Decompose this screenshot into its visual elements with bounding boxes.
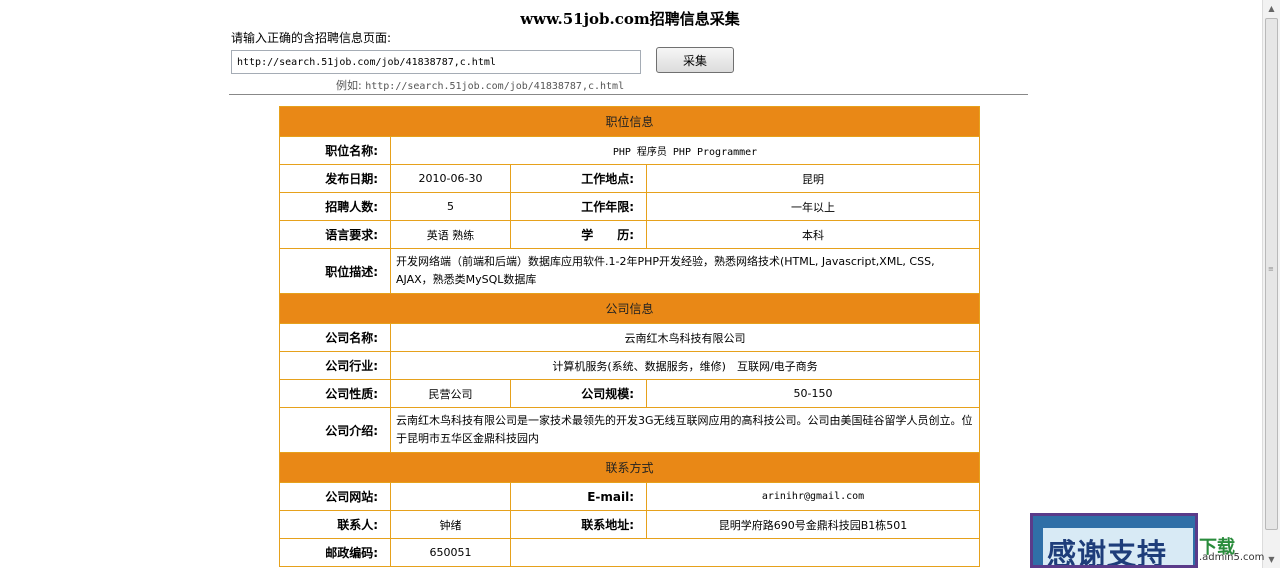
- education-value: 本科: [645, 220, 981, 249]
- table-row: 公司网站: E-mail: arinihr@gmail.com: [279, 482, 981, 511]
- education-label: 学 历:: [510, 220, 647, 249]
- years-value: 一年以上: [645, 192, 981, 221]
- date-label: 发布日期:: [279, 164, 391, 193]
- example-url: http://search.51job.com/job/41838787,c.h…: [365, 81, 625, 92]
- brand-sub-text: .admin5.com: [1199, 552, 1265, 563]
- count-label: 招聘人数:: [279, 192, 391, 221]
- desc-value: 开发网络端（前端和后端）数据库应用软件.1-2年PHP开发经验，熟悉网络技术(H…: [389, 248, 981, 294]
- vertical-scrollbar[interactable]: ▲ ≡ ▼: [1262, 0, 1280, 568]
- example-label: 例如:: [336, 79, 362, 92]
- table-row: 招聘人数: 5 工作年限: 一年以上: [279, 192, 981, 221]
- banner-text: 感谢支持: [1047, 537, 1168, 568]
- table-row: 公司行业: 计算机服务(系统、数据服务，维修) 互联网/电子商务: [279, 351, 981, 380]
- table-row: 公司介绍: 云南红木鸟科技有限公司是一家技术最领先的开发3G无线互联网应用的高科…: [279, 407, 981, 453]
- company-name-label: 公司名称:: [279, 323, 391, 352]
- section-row-company: 公司信息: [278, 293, 981, 324]
- table-row: 联系人: 钟绪 联系地址: 昆明学府路690号金鼎科技园B1栋501: [279, 510, 981, 539]
- zip-label: 邮政编码:: [279, 538, 391, 567]
- table-row: 职位名称: PHP 程序员 PHP Programmer: [279, 136, 981, 165]
- section-row-job: 职位信息: [278, 106, 981, 137]
- count-value: 5: [390, 192, 511, 221]
- email-value: arinihr@gmail.com: [645, 482, 981, 511]
- address-value: 昆明学府路690号金鼎科技园B1栋501: [645, 510, 981, 539]
- person-value: 钟绪: [390, 510, 511, 539]
- industry-value: 计算机服务(系统、数据服务，维修) 互联网/电子商务: [389, 351, 981, 380]
- scroll-down-arrow-icon[interactable]: ▼: [1263, 551, 1280, 568]
- scroll-up-arrow-icon[interactable]: ▲: [1263, 0, 1280, 17]
- industry-label: 公司行业:: [279, 351, 391, 380]
- url-input[interactable]: [231, 50, 641, 74]
- job-name-label: 职位名称:: [279, 136, 391, 165]
- address-label: 联系地址:: [510, 510, 647, 539]
- table-row: 公司性质: 民营公司 公司规模: 50-150: [279, 379, 981, 408]
- header-divider: [229, 94, 1028, 95]
- company-section-title: 公司信息: [278, 293, 981, 324]
- job-section-title: 职位信息: [278, 106, 981, 137]
- scroll-thumb[interactable]: [1265, 18, 1278, 530]
- empty-cell: [509, 538, 981, 567]
- date-value: 2010-06-30: [390, 164, 511, 193]
- table-row: 邮政编码: 650051: [279, 538, 981, 567]
- scroll-grip-icon: ≡: [1268, 265, 1274, 273]
- location-label: 工作地点:: [510, 164, 647, 193]
- size-label: 公司规模:: [510, 379, 647, 408]
- company-name-value: 云南红木鸟科技有限公司: [389, 323, 981, 352]
- location-value: 昆明: [645, 164, 981, 193]
- desc-label: 职位描述:: [279, 248, 391, 294]
- job-name-value: PHP 程序员 PHP Programmer: [389, 136, 981, 165]
- zip-value: 650051: [390, 538, 511, 567]
- page-title: www.51job.com招聘信息采集: [520, 10, 740, 28]
- size-value: 50-150: [645, 379, 981, 408]
- table-row: 语言要求: 英语 熟练 学 历: 本科: [279, 220, 981, 249]
- collect-button[interactable]: 采集: [656, 47, 734, 73]
- intro-value: 云南红木鸟科技有限公司是一家技术最领先的开发3G无线互联网应用的高科技公司。公司…: [389, 407, 981, 453]
- support-banner[interactable]: 感谢支持: [1030, 513, 1198, 568]
- language-label: 语言要求:: [279, 220, 391, 249]
- table-row: 职位描述: 开发网络端（前端和后端）数据库应用软件.1-2年PHP开发经验，熟悉…: [279, 248, 981, 294]
- url-prompt-label: 请输入正确的含招聘信息页面:: [231, 31, 392, 45]
- table-row: 公司名称: 云南红木鸟科技有限公司: [279, 323, 981, 352]
- example-hint: 例如: http://search.51job.com/job/41838787…: [336, 77, 624, 93]
- language-value: 英语 熟练: [390, 220, 511, 249]
- nature-label: 公司性质:: [279, 379, 391, 408]
- table-row: 发布日期: 2010-06-30 工作地点: 昆明: [279, 164, 981, 193]
- years-label: 工作年限:: [510, 192, 647, 221]
- intro-label: 公司介绍:: [279, 407, 391, 453]
- website-value: [390, 482, 511, 511]
- person-label: 联系人:: [279, 510, 391, 539]
- nature-value: 民营公司: [390, 379, 511, 408]
- contact-section-title: 联系方式: [278, 452, 981, 483]
- section-row-contact: 联系方式: [278, 452, 981, 483]
- website-label: 公司网站:: [279, 482, 391, 511]
- email-label: E-mail:: [510, 482, 647, 511]
- job-info-table: 职位信息 职位名称: PHP 程序员 PHP Programmer 发布日期: …: [278, 106, 981, 567]
